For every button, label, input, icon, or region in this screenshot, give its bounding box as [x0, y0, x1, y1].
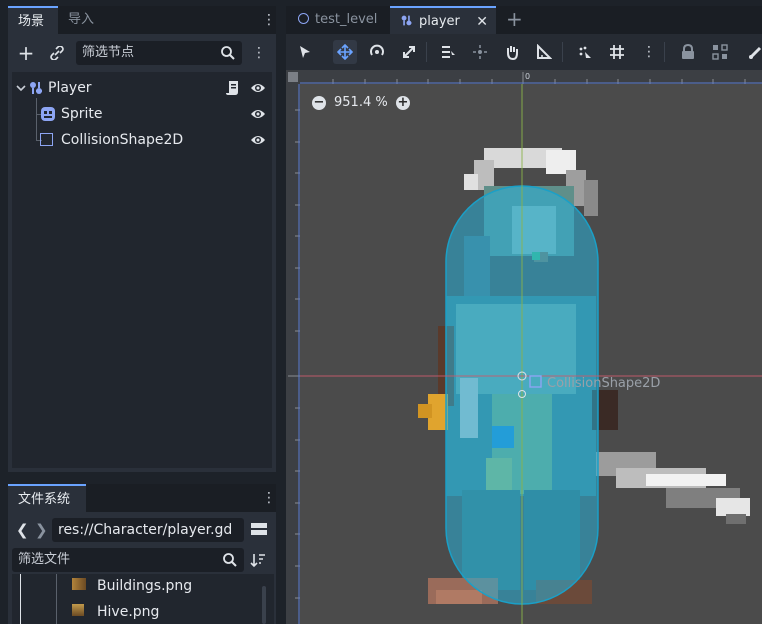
snap-options-icon[interactable]: ⋮	[642, 45, 656, 59]
close-icon[interactable]: ✕	[476, 8, 488, 36]
chevron-down-icon[interactable]	[16, 82, 26, 97]
back-arrow-icon[interactable]: ❮	[16, 521, 29, 539]
pivot-tool-icon[interactable]	[468, 40, 492, 64]
collision-shape-icon	[40, 133, 53, 146]
canvas-viewport[interactable]: 0 CollisionShape2D − 951.4 % +	[286, 70, 762, 624]
horizontal-ruler	[286, 70, 762, 84]
visibility-eye-icon[interactable]	[250, 80, 266, 96]
ruler-tool-icon[interactable]	[532, 40, 556, 64]
link-icon[interactable]	[45, 41, 69, 65]
tree-line	[56, 574, 57, 624]
split-view-icon[interactable]	[250, 521, 268, 541]
scene-circle-icon	[298, 13, 309, 24]
toolbar-separator	[426, 42, 427, 62]
file-item[interactable]: Buildings.png	[97, 576, 192, 596]
pan-tool-icon[interactable]	[500, 40, 524, 64]
node2d-icon	[28, 80, 44, 100]
tab-player[interactable]: player ✕	[390, 6, 496, 34]
sort-icon[interactable]	[250, 552, 266, 572]
tab-scene[interactable]: 场景	[8, 6, 58, 34]
zoom-out-button[interactable]: −	[312, 96, 326, 110]
forward-arrow-icon[interactable]: ❯	[35, 521, 48, 539]
filesystem-menu-icon[interactable]: ⋮	[262, 491, 276, 505]
vertical-ruler	[286, 70, 300, 624]
select-tool-icon[interactable]	[293, 40, 317, 64]
list-select-icon[interactable]	[436, 40, 460, 64]
tree-line	[36, 98, 37, 140]
add-tab-button[interactable]: +	[506, 6, 523, 32]
toolbar-separator	[562, 42, 563, 62]
script-icon[interactable]	[226, 80, 240, 100]
filter-nodes-input[interactable]: 筛选节点	[76, 41, 242, 65]
zoom-in-button[interactable]: +	[396, 96, 410, 110]
image-file-icon	[72, 604, 84, 616]
ruler-corner	[288, 72, 298, 82]
bone-icon[interactable]	[744, 40, 762, 64]
scrollbar[interactable]	[262, 586, 266, 624]
filter-files-input[interactable]: 筛选文件	[12, 548, 244, 572]
move-tool-icon[interactable]	[333, 40, 357, 64]
tab-filesystem[interactable]: 文件系统	[8, 484, 86, 512]
tab-label: test_level	[315, 12, 378, 27]
tree-line	[20, 574, 21, 624]
tree-node-collision-shape[interactable]: CollisionShape2D	[61, 128, 183, 152]
sprite-icon	[40, 106, 56, 126]
tree-node-sprite[interactable]: Sprite	[61, 102, 103, 126]
scene-dock-menu-icon[interactable]: ⋮	[262, 13, 276, 27]
zoom-level[interactable]: 951.4 %	[334, 94, 388, 112]
canvas-svg: 0 CollisionShape2D	[286, 70, 762, 624]
file-item[interactable]: Hive.png	[97, 602, 159, 622]
image-file-icon	[72, 578, 86, 590]
visibility-eye-icon[interactable]	[250, 106, 266, 122]
search-icon	[222, 552, 238, 572]
grid-snap-icon[interactable]	[605, 40, 629, 64]
smart-snap-icon[interactable]	[573, 40, 597, 64]
tree-node-player[interactable]: Player	[48, 76, 92, 100]
toolbar-separator	[664, 42, 665, 62]
tab-test-level[interactable]: test_level	[286, 6, 388, 34]
selected-node-label: CollisionShape2D	[547, 376, 660, 391]
tab-import[interactable]: 导入	[58, 6, 104, 34]
add-node-button[interactable]: +	[14, 41, 38, 65]
ruler-zero-label: 0	[525, 72, 530, 81]
path-field[interactable]: res://Character/player.gd	[52, 518, 244, 542]
visibility-eye-icon[interactable]	[250, 132, 266, 148]
group-icon[interactable]	[708, 40, 732, 64]
search-icon	[220, 45, 236, 65]
tab-label: player	[419, 14, 460, 29]
lock-icon[interactable]	[676, 40, 700, 64]
scale-tool-icon[interactable]	[397, 40, 421, 64]
scene-tree-menu-icon[interactable]: ⋮	[252, 46, 266, 60]
rotate-tool-icon[interactable]	[365, 40, 389, 64]
